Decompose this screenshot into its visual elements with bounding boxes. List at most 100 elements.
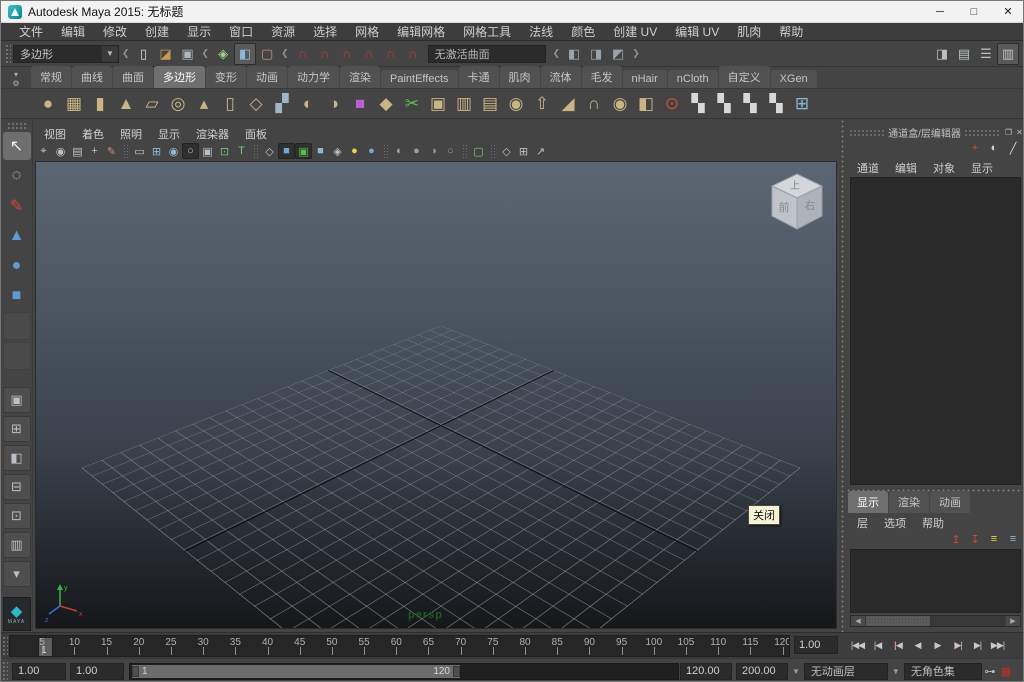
separate-icon[interactable]: ▥ — [451, 91, 477, 117]
speed-control-icon[interactable]: ◐ — [986, 140, 1002, 156]
view-cube[interactable]: 上 前 右 — [764, 171, 830, 235]
shelf-tab-polygons[interactable]: 多边形 — [154, 66, 205, 88]
shelf-gear-icon[interactable]: ⚙ — [12, 80, 19, 88]
all-lights-icon[interactable]: ● — [363, 143, 380, 159]
shelf-tab-surfaces[interactable]: 曲面 — [113, 66, 153, 88]
menu-set-dropdown[interactable]: 多边形 ▼ — [13, 45, 119, 63]
playback-range-bar[interactable]: 1 120 — [132, 665, 460, 678]
layer-list[interactable] — [850, 549, 1021, 613]
menu-select[interactable]: 选择 — [305, 22, 345, 41]
character-set-editor-icon[interactable]: ▦ — [998, 663, 1014, 679]
select-object-icon[interactable]: ◧ — [234, 43, 256, 65]
step-back-frame-button[interactable]: |◀ — [868, 636, 887, 654]
bevel-icon[interactable]: ◢ — [555, 91, 581, 117]
chevron-down-icon[interactable]: ▼ — [888, 667, 904, 676]
channelbox-menu-channels[interactable]: 通道 — [850, 159, 886, 176]
manipulator-icon[interactable]: + — [967, 140, 983, 156]
open-scene-icon[interactable]: ◪ — [155, 43, 177, 65]
viewport-menu-view[interactable]: 视图 — [37, 125, 73, 141]
merge-icon[interactable]: ◉ — [607, 91, 633, 117]
shelf-tab-dynamics[interactable]: 动力学 — [288, 66, 339, 88]
hud-icon[interactable]: T — [233, 143, 250, 159]
channelbox-menu-edit[interactable]: 编辑 — [888, 159, 924, 176]
safe-title-icon[interactable]: ▣ — [199, 143, 216, 159]
menu-help[interactable]: 帮助 — [771, 22, 811, 41]
shelf-tab-painteffects[interactable]: PaintEffects — [381, 70, 458, 88]
layout-dropdown-button[interactable]: ▾ — [3, 561, 31, 587]
go-to-start-button[interactable]: |◀◀ — [848, 636, 867, 654]
shelf-tab-curves[interactable]: 曲线 — [72, 66, 112, 88]
poly-platonic-icon[interactable]: ◇ — [243, 91, 269, 117]
go-to-end-button[interactable]: ▶▶| — [988, 636, 1007, 654]
gate-mask-icon[interactable]: ◉ — [165, 143, 182, 159]
snap-projected-center-icon[interactable]: ∩ — [358, 43, 380, 65]
resolution-gate-icon[interactable]: ⊞ — [148, 143, 165, 159]
poly-cone-icon[interactable]: ▲ — [113, 91, 139, 117]
menu-edit-mesh[interactable]: 编辑网格 — [389, 22, 453, 41]
menu-edit-uv[interactable]: 编辑 UV — [667, 22, 727, 41]
target-weld-icon[interactable]: ⊙ — [659, 91, 685, 117]
auto-key-icon[interactable]: ⊶ — [982, 663, 998, 679]
select-tool[interactable]: ↖ — [3, 132, 31, 160]
animation-end-field[interactable]: 200.00 — [736, 663, 788, 680]
play-backwards-button[interactable]: ◀ — [908, 636, 927, 654]
character-set-select[interactable]: 无角色集 — [904, 663, 982, 680]
scene-view-icon[interactable]: ◇ — [498, 143, 515, 159]
drag-handle[interactable] — [964, 129, 1000, 136]
range-end-handle[interactable] — [453, 666, 460, 677]
smooth-shade-icon[interactable]: ■ — [278, 143, 295, 159]
menu-modify[interactable]: 修改 — [95, 22, 135, 41]
channel-box-toggle-icon[interactable]: ▥ — [997, 43, 1019, 65]
viewport-menu-renderer[interactable]: 渲染器 — [189, 125, 236, 141]
field-chart-icon[interactable]: ⊡ — [216, 143, 233, 159]
modeling-toolkit-toggle-icon[interactable]: ◨ — [931, 43, 953, 65]
poly-torus-icon[interactable]: ◎ — [165, 91, 191, 117]
combine-icon[interactable]: ▣ — [425, 91, 451, 117]
rotate-tool[interactable]: ● — [3, 252, 31, 280]
viewport-canvas[interactable]: persp 上 前 右 y x z 关闭 — [35, 161, 837, 629]
shelf-tab-selector-icon[interactable]: ▾ — [14, 71, 18, 79]
shelf-tab-deformation[interactable]: 变形 — [206, 66, 246, 88]
active-surface-field[interactable]: 无激活曲面 — [428, 45, 546, 63]
scale-tool[interactable]: ■ — [3, 282, 31, 310]
step-forward-key-button[interactable]: |▶| — [948, 636, 967, 654]
animation-start-field[interactable]: 1.00 — [12, 663, 66, 680]
uv-cube-icon[interactable]: ■ — [347, 91, 373, 117]
close-panel-icon[interactable]: ✕ — [1014, 127, 1024, 138]
channelbox-menu-show[interactable]: 显示 — [964, 159, 1000, 176]
render-settings-icon[interactable]: ◩ — [607, 43, 629, 65]
menu-mesh-tools[interactable]: 网格工具 — [455, 22, 519, 41]
menu-create[interactable]: 创建 — [137, 22, 177, 41]
poly-plane-icon[interactable]: ▱ — [139, 91, 165, 117]
scrollbar-thumb[interactable] — [866, 616, 930, 626]
group-collapse[interactable]: ❮ — [199, 48, 213, 59]
snap-curve-icon[interactable]: ∩ — [314, 43, 336, 65]
extract-icon[interactable]: ▤ — [477, 91, 503, 117]
safe-action-icon[interactable]: ○ — [182, 143, 199, 159]
motion-blur-icon[interactable]: ◑ — [425, 143, 442, 159]
drag-handle[interactable] — [5, 44, 11, 64]
viewport-menu-lighting[interactable]: 照明 — [113, 125, 149, 141]
multisample-aa-icon[interactable]: ○ — [442, 143, 459, 159]
viewport-menu-show[interactable]: 显示 — [151, 125, 187, 141]
wireframe-icon[interactable]: ◇ — [261, 143, 278, 159]
multi-cut-icon[interactable]: ✂ — [399, 91, 425, 117]
quad-draw-icon[interactable]: ▞ — [269, 91, 295, 117]
wireframe-on-shaded-icon[interactable]: ◈ — [329, 143, 346, 159]
cylindrical-uv-icon[interactable]: ▚ — [737, 91, 763, 117]
range-slider[interactable]: 1 120 — [129, 663, 679, 680]
layer-tab-render[interactable]: 渲染 — [889, 491, 929, 513]
shadows-icon[interactable]: ◐ — [391, 143, 408, 159]
menu-color[interactable]: 颜色 — [563, 22, 603, 41]
snap-grid-icon[interactable]: ∩ — [292, 43, 314, 65]
extrude-icon[interactable]: ⇧ — [529, 91, 555, 117]
step-forward-frame-button[interactable]: ▶| — [968, 636, 987, 654]
grease-pencil-icon[interactable]: ✎ — [103, 143, 120, 159]
step-back-key-button[interactable]: ||◀ — [888, 636, 907, 654]
layout-persp-outliner-button[interactable]: ◧ — [3, 445, 31, 471]
ambient-occlusion-icon[interactable]: ● — [408, 143, 425, 159]
bridge-icon[interactable]: ∩ — [581, 91, 607, 117]
scroll-left-icon[interactable]: ◀ — [851, 616, 865, 626]
sculpt-icon[interactable]: ◆ — [373, 91, 399, 117]
viewport-menu-shading[interactable]: 着色 — [75, 125, 111, 141]
